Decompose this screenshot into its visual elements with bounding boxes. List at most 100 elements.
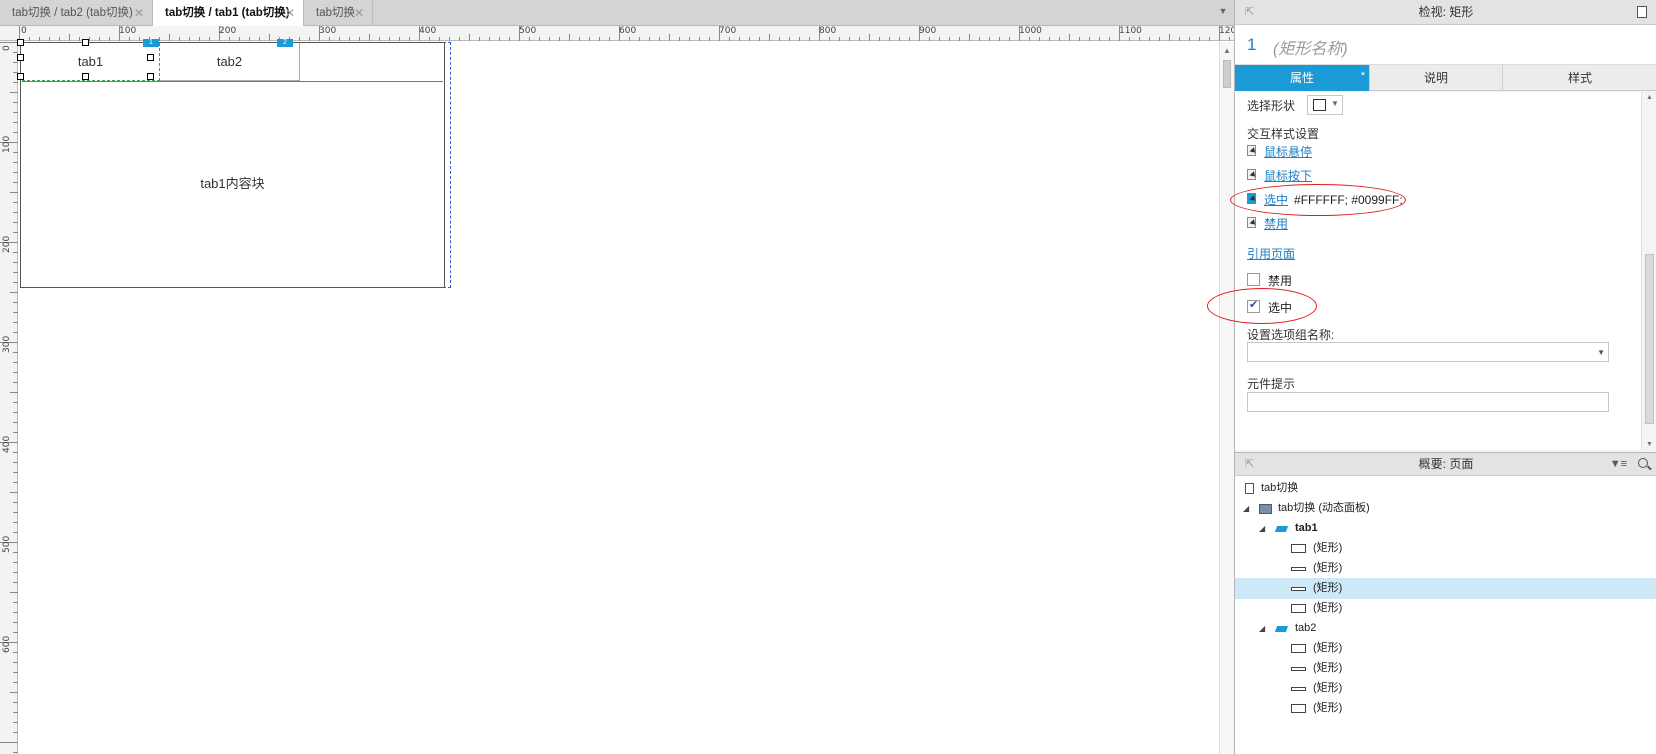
design-canvas[interactable]: tab1 tab2 tab1内容块 1 2 <box>17 39 1219 754</box>
rectangle-icon <box>1313 99 1326 111</box>
chevron-down-icon[interactable]: ▼ <box>1216 6 1230 20</box>
tab-label: 属性 <box>1289 71 1314 85</box>
scrollbar-thumb[interactable] <box>1223 60 1231 88</box>
disabled-style-link[interactable]: 禁用 <box>1264 217 1288 231</box>
expand-triangle-icon[interactable]: ◢ <box>1243 498 1249 519</box>
group-name-select[interactable]: ▼ <box>1247 342 1609 362</box>
interaction-style-disabled[interactable]: 禁用 <box>1247 215 1288 233</box>
disabled-checkbox[interactable] <box>1247 273 1260 286</box>
tab-notes[interactable]: 说明 <box>1370 65 1503 91</box>
doc-tab-tab2[interactable]: tab切换 / tab2 (tab切换) ✕ <box>0 0 153 26</box>
tab1-label: tab1 <box>77 54 104 69</box>
resize-handle[interactable] <box>147 54 154 61</box>
hover-style-link[interactable]: 鼠标悬停 <box>1264 145 1312 159</box>
inspector-panel: ⇱ 检视: 矩形 1 (矩形名称) 属性 * 说明 样式 选择形状 ▼ 交互样式… <box>1207 0 1656 452</box>
panel-state-icon <box>1274 626 1289 632</box>
reference-page-link[interactable]: 引用页面 <box>1247 245 1295 262</box>
ruler-label: 700 <box>719 26 737 36</box>
ruler-label: 300 <box>2 335 12 353</box>
canvas-scrollbar[interactable]: ▲ <box>1219 42 1234 754</box>
search-icon[interactable] <box>1638 458 1648 468</box>
rectangle-icon <box>1291 604 1306 613</box>
scroll-up-icon[interactable]: ▲ <box>1223 46 1231 55</box>
tree-item-rect[interactable]: (矩形) <box>1235 658 1656 679</box>
shape-name-input[interactable]: (矩形名称) <box>1273 35 1348 59</box>
interaction-style-hover[interactable]: 鼠标悬停 <box>1247 143 1312 161</box>
interaction-styles-title: 交互样式设置 <box>1247 127 1320 141</box>
scrollbar-thumb[interactable] <box>1645 254 1654 424</box>
tooltip-input[interactable] <box>1247 392 1609 412</box>
ruler-label: 300 <box>319 26 337 36</box>
scroll-down-icon[interactable]: ▼ <box>1646 441 1653 448</box>
close-icon[interactable]: ✕ <box>285 0 295 26</box>
tree-item-state-tab2[interactable]: ◢ tab2 <box>1235 618 1656 639</box>
ruler-label: 1100 <box>1119 26 1142 36</box>
close-icon[interactable]: ✕ <box>134 0 144 26</box>
line-rectangle-icon <box>1291 667 1306 671</box>
tree-item-rect[interactable]: (矩形) <box>1235 538 1656 559</box>
tab1-content-block[interactable]: tab1内容块 <box>22 173 443 192</box>
ruler-label: 400 <box>2 435 12 453</box>
select-shape-label: 选择形状 <box>1247 99 1296 113</box>
tab-label: 样式 <box>1567 71 1592 85</box>
resize-handle[interactable] <box>17 73 24 80</box>
ruler-label: 600 <box>619 26 637 36</box>
line-rectangle-icon <box>1291 687 1306 691</box>
resize-handle[interactable] <box>82 39 89 46</box>
tree-item-label: (矩形) <box>1313 682 1343 694</box>
resize-handle[interactable] <box>82 73 89 80</box>
tree-item-label: (矩形) <box>1313 542 1343 554</box>
pin-icon[interactable]: ⇱ <box>1245 0 1254 25</box>
resize-handle[interactable] <box>17 54 24 61</box>
page-icon[interactable] <box>1637 6 1647 18</box>
shape-name-row[interactable]: 1 (矩形名称) <box>1235 25 1656 65</box>
tree-item-page[interactable]: tab切换 <box>1235 478 1656 499</box>
disabled-label: 禁用 <box>1268 274 1293 288</box>
filter-icon[interactable]: ▼≡ <box>1610 453 1627 476</box>
properties-body: 选择形状 ▼ 交互样式设置 鼠标悬停 鼠标按下 选中 #FFFFFF; #0099… <box>1207 92 1641 450</box>
tree-item-rect[interactable]: (矩形) <box>1235 678 1656 699</box>
doc-tab-tab1[interactable]: tab切换 / tab1 (tab切换) ✕ <box>153 0 304 27</box>
tree-item-dynamic-panel[interactable]: ◢ tab切换 (动态面板) <box>1235 498 1656 519</box>
tree-item-label: tab1 <box>1295 522 1318 534</box>
tree-item-rect[interactable]: (矩形) <box>1235 638 1656 659</box>
tree-item-rect[interactable]: (矩形) <box>1235 598 1656 619</box>
mousedown-style-link[interactable]: 鼠标按下 <box>1264 169 1312 183</box>
shape-picker[interactable]: ▼ <box>1307 95 1343 115</box>
scroll-up-icon[interactable]: ▲ <box>1646 94 1653 101</box>
tab-properties[interactable]: 属性 * <box>1235 65 1370 91</box>
tree-item-label: (矩形) <box>1313 702 1343 714</box>
close-icon[interactable]: ✕ <box>354 0 364 26</box>
inspector-header: ⇱ 检视: 矩形 <box>1235 0 1656 25</box>
selected-line-shape[interactable] <box>22 80 160 82</box>
pin-icon[interactable]: ⇱ <box>1245 453 1254 476</box>
line-rectangle-icon <box>1291 587 1306 591</box>
tree-item-rect[interactable]: (矩形) <box>1235 698 1656 719</box>
cursor-icon <box>1247 169 1259 181</box>
inspector-scrollbar[interactable]: ▲ ▼ <box>1641 92 1656 450</box>
resize-handle[interactable] <box>147 73 154 80</box>
ruler-label: 800 <box>819 26 837 36</box>
tree-item-rect-selected[interactable]: (矩形) <box>1235 578 1656 599</box>
tab-label: 说明 <box>1423 71 1448 85</box>
cursor-icon <box>1247 217 1259 229</box>
tree-item-state-tab1[interactable]: ◢ tab1 <box>1235 518 1656 539</box>
interaction-style-mousedown[interactable]: 鼠标按下 <box>1247 167 1312 185</box>
doc-tab-label: tab切换 <box>316 7 355 19</box>
resize-handle[interactable] <box>17 39 24 46</box>
tree-item-label: (矩形) <box>1313 662 1343 674</box>
expand-triangle-icon[interactable]: ◢ <box>1259 618 1265 639</box>
tab2-number-badge: 2 <box>277 39 293 47</box>
ruler-label: 0 <box>21 26 27 36</box>
doc-tab-main[interactable]: tab切换 ✕ <box>304 0 373 26</box>
tab2-shape[interactable]: tab2 <box>160 43 300 81</box>
tree-item-rect[interactable]: (矩形) <box>1235 558 1656 579</box>
tab-style[interactable]: 样式 <box>1503 65 1656 91</box>
outline-header: ⇱ 概要: 页面 ▼≡ <box>1235 453 1656 476</box>
outline-panel: ⇱ 概要: 页面 ▼≡ tab切换 ◢ tab切换 (动态面板) ◢ tab1 … <box>1234 452 1656 754</box>
tab1-shape[interactable]: tab1 <box>22 43 160 81</box>
ruler-label: 500 <box>2 535 12 553</box>
expand-triangle-icon[interactable]: ◢ <box>1259 518 1265 539</box>
annotation-circle <box>1230 184 1406 216</box>
vertical-ruler: 0 100 200 300 400 500 600 <box>0 41 18 754</box>
